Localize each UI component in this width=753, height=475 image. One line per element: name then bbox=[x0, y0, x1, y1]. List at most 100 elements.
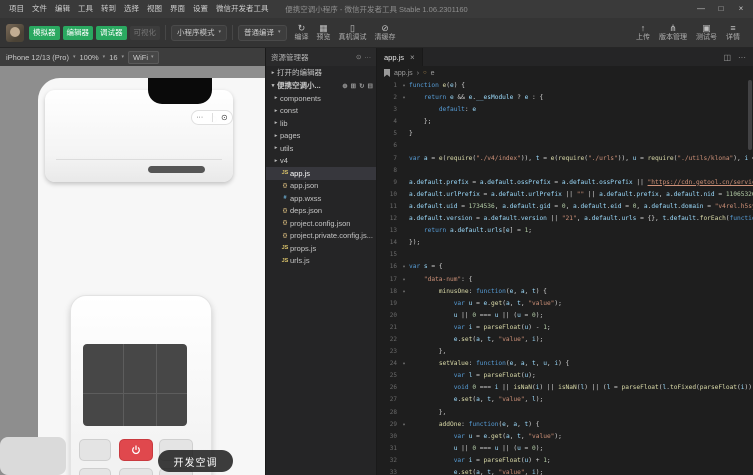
fold-icon[interactable]: ▾ bbox=[399, 286, 409, 298]
capsule-exit-icon[interactable]: ⊙ bbox=[221, 114, 228, 122]
remote-button-3[interactable] bbox=[79, 468, 111, 475]
user-avatar[interactable] bbox=[6, 24, 24, 42]
compile-actions: ↻编译▦预览▯真机调试⊘清缓存 bbox=[292, 24, 399, 42]
tab-app-js[interactable]: app.js × bbox=[377, 48, 423, 66]
menu-item[interactable]: 微信开发者工具 bbox=[212, 0, 273, 18]
close-button[interactable]: × bbox=[731, 0, 751, 18]
toolbar-action-test[interactable]: ▣测试号 bbox=[693, 24, 720, 42]
more-icon[interactable]: ··· bbox=[365, 54, 372, 61]
tree-item-utils[interactable]: ▸utils bbox=[266, 142, 376, 155]
panel-toggle-1[interactable]: 编辑器 bbox=[63, 26, 94, 40]
open-editors-section[interactable]: ▸ 打开的编辑器 bbox=[266, 66, 376, 79]
dev-version-badge[interactable]: 开发空调 bbox=[158, 450, 233, 472]
tree-item-v4[interactable]: ▸v4 bbox=[266, 155, 376, 168]
menu-item[interactable]: 编辑 bbox=[51, 0, 74, 18]
device-select[interactable]: iPhone 12/13 (Pro) bbox=[6, 53, 69, 62]
project-root[interactable]: ▾ 便携空调小... ⊕ ⊞ ↻ ⊟ bbox=[266, 79, 376, 92]
minimize-button[interactable]: — bbox=[691, 0, 711, 18]
toolbar-action-label: 版本管理 bbox=[659, 34, 687, 42]
tree-item-deps.json[interactable]: {}deps.json bbox=[266, 205, 376, 218]
tree-item-project.config.json[interactable]: {}project.config.json bbox=[266, 217, 376, 230]
gutter-spacer bbox=[399, 334, 409, 346]
menu-item[interactable]: 文件 bbox=[28, 0, 51, 18]
menu-item[interactable]: 设置 bbox=[189, 0, 212, 18]
more-icon[interactable]: ··· bbox=[738, 53, 746, 62]
gutter-spacer bbox=[399, 177, 409, 189]
fold-icon[interactable]: ▾ bbox=[399, 358, 409, 370]
capsule-more-icon[interactable]: ··· bbox=[196, 114, 203, 121]
collapse-icon[interactable]: ⊟ bbox=[368, 82, 373, 90]
code-area[interactable]: 1▾function e(e) {2▾ return e && e.__esMo… bbox=[377, 80, 753, 475]
tree-item-app.json[interactable]: {}app.json bbox=[266, 180, 376, 193]
tree-item-lib[interactable]: ▸lib bbox=[266, 117, 376, 130]
code-line: 10a.default.urlPrefix = a.default.urlPre… bbox=[377, 189, 753, 201]
gutter-spacer bbox=[399, 165, 409, 177]
code-text: return e && e.__esModule ? e : { bbox=[409, 92, 753, 104]
code-text: a.default.uid = 1734536, a.default.gid =… bbox=[409, 201, 753, 213]
fold-icon[interactable]: ▾ bbox=[399, 419, 409, 431]
maximize-button[interactable]: □ bbox=[711, 0, 731, 18]
tree-item-app.wxss[interactable]: #app.wxss bbox=[266, 192, 376, 205]
toolbar-action-upload[interactable]: ↑上传 bbox=[633, 24, 653, 42]
divider bbox=[165, 25, 166, 40]
mode-dropdown[interactable]: 小程序模式 ▾ bbox=[171, 25, 227, 41]
network-select[interactable]: WiFi ▾ bbox=[128, 51, 159, 64]
menu-item[interactable]: 选择 bbox=[120, 0, 143, 18]
tree-item-project.private.config.js...[interactable]: {}project.private.config.js... bbox=[266, 230, 376, 243]
menu-item[interactable]: 视图 bbox=[143, 0, 166, 18]
tree-item-components[interactable]: ▸components bbox=[266, 92, 376, 105]
code-line: 9a.default.prefix = a.default.ossPrefix … bbox=[377, 177, 753, 189]
zoom-select[interactable]: 100% bbox=[79, 53, 98, 62]
gutter-spacer bbox=[399, 346, 409, 358]
menu-item[interactable]: 工具 bbox=[74, 0, 97, 18]
remote-button-4[interactable] bbox=[119, 468, 153, 475]
toolbar-action-version[interactable]: ⋔版本管理 bbox=[656, 24, 690, 42]
tree-item-props.js[interactable]: JSprops.js bbox=[266, 242, 376, 255]
new-folder-icon[interactable]: ⊞ bbox=[351, 82, 356, 90]
tree-item-const[interactable]: ▸const bbox=[266, 105, 376, 118]
panel-toggle-2[interactable]: 调试器 bbox=[96, 26, 127, 40]
ac-vent-slot bbox=[148, 166, 204, 173]
new-file-icon[interactable]: ⊕ bbox=[342, 82, 347, 90]
breadcrumb-symbol[interactable]: e bbox=[431, 70, 435, 77]
display-grid-line bbox=[123, 344, 124, 426]
editor-scrollbar[interactable] bbox=[747, 80, 753, 475]
close-icon[interactable]: × bbox=[410, 53, 415, 62]
toolbar-action-label: 测试号 bbox=[696, 34, 717, 42]
refresh-icon[interactable]: ↻ bbox=[359, 82, 364, 90]
line-number: 11 bbox=[377, 201, 399, 213]
remote-button-1[interactable] bbox=[79, 439, 111, 461]
toolbar-action-preview[interactable]: ▦预览 bbox=[314, 24, 334, 42]
file-name: pages bbox=[280, 131, 300, 140]
menu-item[interactable]: 界面 bbox=[166, 0, 189, 18]
toolbar-action-device_debug[interactable]: ▯真机调试 bbox=[336, 24, 370, 42]
breadcrumb-file[interactable]: app.js bbox=[394, 70, 413, 77]
scrollbar-thumb[interactable] bbox=[748, 80, 752, 150]
fold-icon[interactable]: ▾ bbox=[399, 92, 409, 104]
tree-item-pages[interactable]: ▸pages bbox=[266, 130, 376, 143]
menu-item[interactable]: 转到 bbox=[97, 0, 120, 18]
line-number: 25 bbox=[377, 370, 399, 382]
power-button[interactable] bbox=[119, 439, 153, 461]
fold-icon[interactable]: ▾ bbox=[399, 274, 409, 286]
panel-toggle-3[interactable]: 可视化 bbox=[130, 26, 161, 40]
toolbar-action-compile[interactable]: ↻编译 bbox=[292, 24, 312, 42]
compile-mode-dropdown[interactable]: 普通编译 ▾ bbox=[238, 25, 287, 41]
chevron-right-icon: ▸ bbox=[272, 158, 280, 164]
split-editor-icon[interactable]: ◫ bbox=[723, 53, 731, 62]
preview-icon: ▦ bbox=[319, 24, 328, 33]
menu-item[interactable]: 项目 bbox=[5, 0, 28, 18]
code-line: 1▾function e(e) { bbox=[377, 80, 753, 92]
fold-icon[interactable]: ▾ bbox=[399, 261, 409, 273]
toolbar-action-details[interactable]: ≡详情 bbox=[723, 24, 743, 42]
target-icon[interactable]: ⊙ bbox=[356, 53, 361, 61]
fold-icon[interactable]: ▾ bbox=[399, 80, 409, 92]
fontsize-select[interactable]: 16 bbox=[109, 53, 117, 62]
toolbar-action-clear_cache[interactable]: ⊘清缓存 bbox=[372, 24, 399, 42]
panel-toggle-0[interactable]: 模拟器 bbox=[29, 26, 60, 40]
simulator-viewport: ··· ⊙ 开发空调 bbox=[0, 66, 265, 475]
tree-item-urls.js[interactable]: JSurls.js bbox=[266, 255, 376, 268]
display-grid-line bbox=[83, 393, 187, 394]
device-debug-icon: ▯ bbox=[350, 24, 355, 33]
tree-item-app.js[interactable]: JSapp.js bbox=[266, 167, 376, 180]
